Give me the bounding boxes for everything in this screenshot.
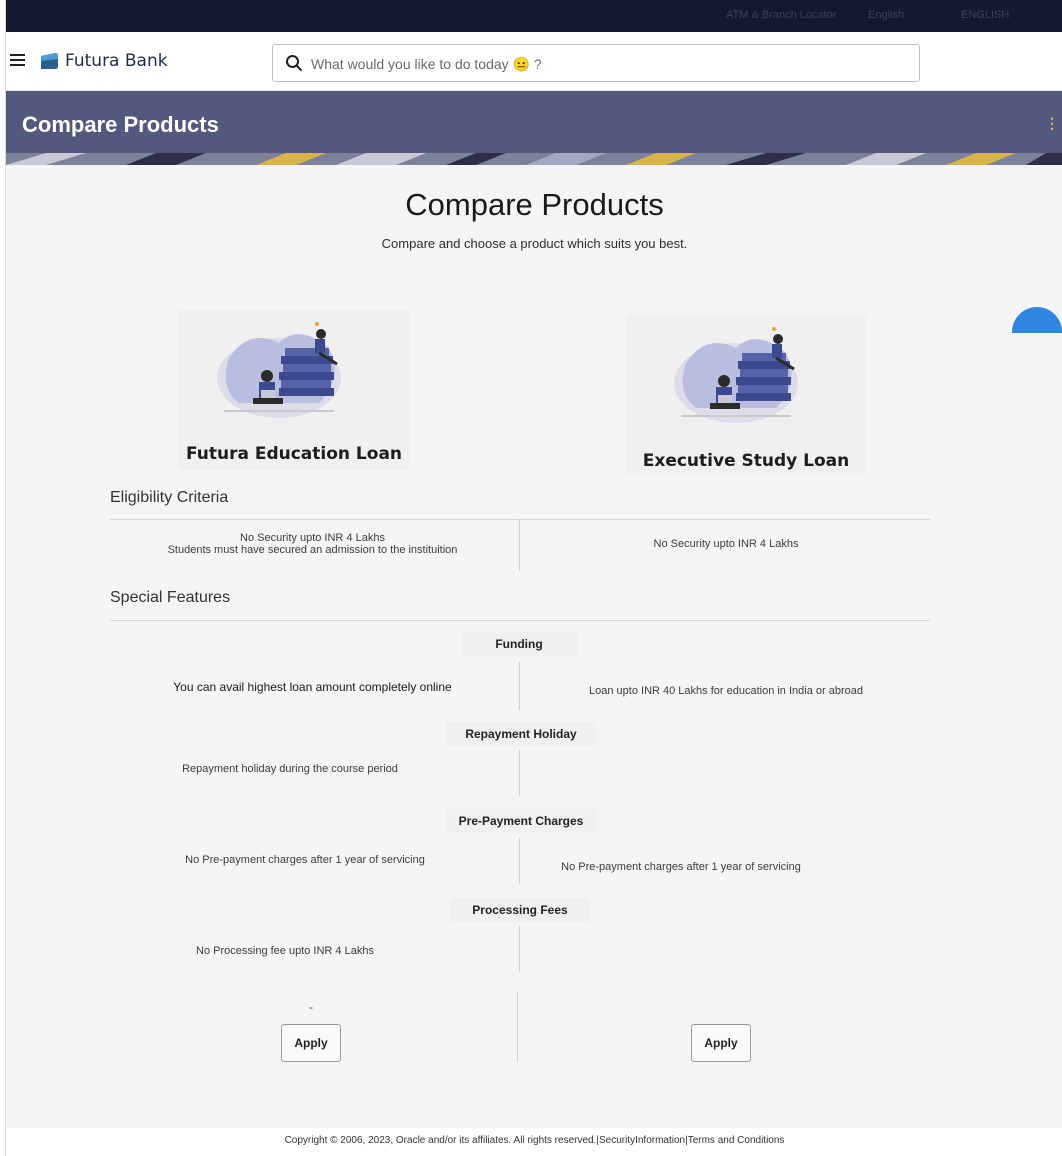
apply-button-executive-study-loan[interactable]: Apply — [691, 1024, 751, 1062]
page-subtitle: Compare and choose a product which suits… — [381, 236, 688, 251]
help-chat-button[interactable] — [1012, 307, 1062, 333]
funding-left: You can avail highest loan amount comple… — [173, 680, 452, 694]
eligibility-section-title: Eligibility Criteria — [110, 489, 229, 506]
product-name: Futura Education Loan — [185, 444, 403, 464]
repayment-left: Repayment holiday during the course peri… — [182, 763, 398, 775]
search-icon — [286, 55, 303, 72]
product-name: Executive Study Loan — [642, 451, 850, 471]
page-footer: Copyright © 2006, 2023, Oracle and/or it… — [6, 1128, 1062, 1156]
divider — [110, 620, 930, 621]
eligibility-right: No Security upto INR 4 Lakhs — [653, 538, 799, 550]
column-divider — [519, 926, 520, 972]
eligibility-left-line2: Students must have secured an admission … — [167, 544, 458, 556]
feature-label-repayment-holiday: Repayment Holiday — [446, 722, 596, 746]
banner-pattern-stripe — [6, 153, 1062, 165]
product-card-futura-education-loan[interactable]: Futura Education Loan — [179, 310, 409, 470]
kebab-menu-icon[interactable]: ⋮ — [1045, 115, 1059, 132]
atm-branch-locator-link[interactable]: ATM & Branch Locator — [726, 9, 836, 21]
column-divider — [519, 519, 520, 571]
brand-name[interactable]: Futura Bank — [65, 51, 168, 71]
page-banner: Compare Products ⋮ — [6, 91, 1062, 165]
bank-logo-icon — [41, 53, 58, 69]
column-divider — [519, 662, 520, 710]
app-frame: ATM & Branch Locator English ENGLISH Fut… — [5, 0, 1062, 1156]
prepayment-right: No Pre-payment charges after 1 year of s… — [561, 861, 801, 873]
language-selector[interactable]: English — [868, 9, 904, 21]
processing-left: No Processing fee upto INR 4 Lakhs — [196, 945, 374, 957]
prepayment-left: No Pre-payment charges after 1 year of s… — [185, 854, 425, 866]
divider — [110, 519, 930, 520]
feature-label-processing-fees: Processing Fees — [451, 898, 589, 922]
empty-value-dash: - — [309, 1000, 313, 1014]
product-card-executive-study-loan[interactable]: Executive Study Loan — [626, 315, 866, 475]
column-divider — [519, 838, 520, 884]
special-features-section-title: Special Features — [110, 589, 231, 606]
user-menu[interactable]: ENGLISH — [961, 9, 1009, 21]
feature-label-pre-payment-charges: Pre-Payment Charges — [446, 809, 596, 833]
feature-label-funding: Funding — [461, 632, 577, 656]
column-divider — [519, 750, 520, 796]
top-utility-bar: ATM & Branch Locator English ENGLISH — [6, 0, 1062, 32]
app-header: Futura Bank — [6, 32, 1062, 91]
banner-title: Compare Products — [22, 112, 219, 137]
education-loan-illustration — [217, 322, 341, 418]
hamburger-menu-icon[interactable] — [10, 54, 25, 66]
page-title: Compare Products — [405, 187, 664, 222]
funding-right: Loan upto INR 40 Lakhs for education in … — [589, 685, 863, 697]
search-input[interactable] — [311, 53, 871, 75]
study-loan-illustration — [674, 327, 798, 423]
eligibility-left-line1: No Security upto INR 4 Lakhs — [240, 532, 385, 544]
eligibility-left: No Security upto INR 4 Lakhs Students mu… — [110, 532, 515, 556]
apply-button-futura-education-loan[interactable]: Apply — [281, 1024, 341, 1062]
column-divider — [517, 992, 518, 1062]
search-bar[interactable] — [272, 44, 920, 82]
